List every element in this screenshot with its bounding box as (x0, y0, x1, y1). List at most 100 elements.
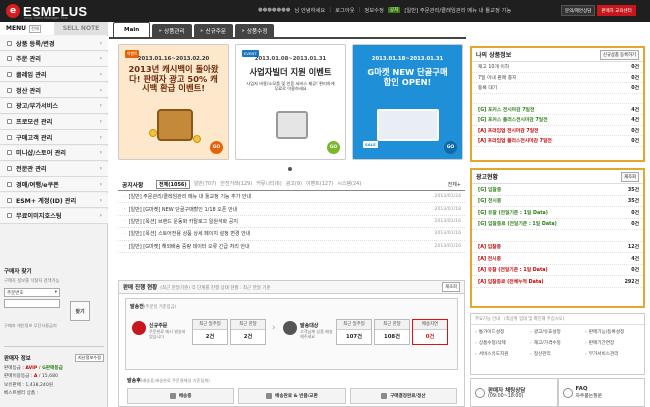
ad-refresh-button[interactable]: 재조회 (621, 171, 639, 182)
ship-target-month[interactable]: 최근 한달 108건 (374, 319, 410, 345)
myinfo-row-label: [A] 프라임업 플러스전시마감 7일전 (478, 139, 552, 145)
register-product-button[interactable]: 신규상품 등록하기 (600, 49, 639, 60)
tab-new-order[interactable]: ▸ 신규주문 (193, 24, 234, 37)
search-type-select[interactable]: 주문번호 ▾ (4, 288, 60, 297)
notice-tab[interactable]: 전체(1056) (156, 180, 190, 189)
notice-tab[interactable]: 이벤트(127) (306, 180, 333, 189)
search-input[interactable] (4, 299, 60, 308)
guide-link[interactable]: 통가이드설정 (475, 327, 530, 337)
sidebar-item-ad-service[interactable]: 광고/부가서비스 › (0, 98, 108, 114)
notice-tab[interactable]: 일반(707) (194, 180, 217, 189)
tab-product-manage[interactable]: ▸ 상품관리 (152, 24, 192, 37)
menu-icon (7, 213, 12, 219)
sidebar-item-order-manage[interactable]: 주문 관리 › (0, 51, 108, 67)
seller-education-button[interactable]: 판매자 교육센터 (597, 5, 636, 16)
guide-link[interactable]: 정산관리 (530, 349, 585, 359)
myinfo-row[interactable]: [G] 포커스 전시마감 7일전 4건 (472, 104, 643, 115)
top-notice-link[interactable]: [일반] 주문관리/클레임관리 메뉴 내 툴교정 기능 (404, 6, 511, 14)
logout-link[interactable]: 로그아웃 (335, 6, 355, 14)
adstat-row[interactable]: [A] 입찰중 12건 (472, 242, 643, 253)
new-order-month[interactable]: 최근 한달 2건 (230, 319, 266, 345)
chevron-right-icon: › (99, 165, 102, 173)
guide-link[interactable]: 재고/가격수정 (530, 338, 585, 348)
sidebar-item-product-register[interactable]: 상품 등록/변경 › (0, 36, 108, 51)
adstat-row-label: [A] 전시중 (478, 256, 502, 262)
adstat-row[interactable]: [A] 유찰 (전일기준 : 1일 Data) 0건 (472, 265, 643, 276)
myinfo-row-value: 0건 (631, 128, 639, 134)
notice-row[interactable]: [일반] 주문관리/클레임관리 메뉴 내 툴교정 기능 추가 안내 2013/01… (118, 191, 465, 204)
stage-delivered-return[interactable]: 배송완료 & 반품/교환 (238, 388, 346, 404)
notice-row-title: [일반] [옥션] 브랜드 운동화 카탈로그 일원석화 공지 (128, 218, 238, 225)
search-button[interactable]: 찾기 (70, 301, 90, 321)
myinfo-row[interactable]: 재고 10개 이하 0건 (472, 62, 643, 73)
new-order-week[interactable]: 최근 일주일 2건 (192, 319, 228, 345)
adstat-row[interactable]: [G] 입찰종료 (전일기준 : 1일 Data) 0건 (472, 219, 643, 230)
myinfo-row[interactable]: [G] 포커스 플러스전시마감 7일전 4건 (472, 115, 643, 126)
adstat-row[interactable]: [A] 입찰종료 (전체누적 Data) 292건 (472, 276, 643, 288)
tab-sell-note[interactable]: SELL NOTE (54, 22, 108, 35)
myinfo-row-label: [G] 포커스 전시마감 7일전 (478, 107, 535, 113)
adstat-row[interactable]: [G] 입찰중 35건 (472, 184, 643, 196)
menu-icon (7, 40, 12, 46)
help-button[interactable]: 문의/제안상담 (561, 5, 596, 16)
coin-icon (149, 129, 157, 137)
banner-gmarket-new[interactable]: 2013.01.18~2013.01.31 G마켓 NEW 단골구매합인 OPE… (352, 44, 463, 160)
stage-shipping[interactable]: 배송중 (127, 388, 235, 404)
banner-go-button[interactable]: GO (210, 141, 223, 154)
sidebar-item-promotion-manage[interactable]: 프로모션 관리 › (0, 114, 108, 130)
guide-link[interactable]: 상품수정/삭제 (475, 338, 530, 348)
sidebar-item-customer-manage[interactable]: 구매고객 관리 › (0, 130, 108, 146)
adstat-row[interactable]: [A] 전시중 4건 (472, 253, 643, 265)
tab-product-edit[interactable]: ▸ 상품수정 (235, 24, 275, 37)
notice-tab[interactable]: 커뮤니티(6) (256, 180, 281, 189)
faq-link[interactable]: FAQ 자주묻는질문 (557, 378, 645, 407)
banner-business-builder[interactable]: EVENT 2013.01.08~2013.01.31 사업자빌더 지원 이벤트… (235, 44, 346, 160)
chevron-right-icon: › (99, 102, 102, 110)
sidebar-item-ministore-manage[interactable]: 미니샵/스토어 관리 › (0, 145, 108, 161)
myinfo-row[interactable]: 등록 대기 0건 (472, 83, 643, 94)
adstat-row-value: 0건 (631, 210, 639, 216)
ship-delay[interactable]: 배송지연 0건 (412, 319, 448, 345)
notice-row[interactable]: [일반] [G마켓] NEW 단골구매할인 1/18 오픈 안내 2013/01/… (118, 203, 465, 216)
notice-tab[interactable]: 시스템(24) (337, 180, 361, 189)
sidebar-item-auction-travel-coupon[interactable]: 경매/여행/e쿠폰 › (0, 177, 108, 193)
notice-tab[interactable]: 광고(9) (286, 180, 302, 189)
banner-cashback[interactable]: 이벤트 2013.01.16~2013.02.20 2013년 캐시백이 돌아왔… (118, 44, 229, 160)
sidebar-item-settlement-manage[interactable]: 정산 관리 › (0, 83, 108, 99)
notice-row[interactable]: [일반] [옥션] 스토어전용 상품 상세 페이지 설정 변경 안내 2013/0… (118, 228, 465, 241)
sales-refresh-button[interactable]: 재조회 (442, 282, 460, 292)
banner-go-button[interactable]: GO (444, 141, 457, 154)
notice-row-date: 2013/01/24 (434, 194, 461, 200)
adstat-row[interactable]: [G] 유찰 (전일기준 : 1일 Data) 0건 (472, 207, 643, 219)
tab-main[interactable]: Main (113, 22, 151, 37)
banner-go-button[interactable]: GO (327, 141, 340, 154)
guide-link[interactable]: 판매기간연장 (585, 338, 640, 348)
ship-target-icon (283, 321, 297, 335)
notice-more-link[interactable]: 전체+ (448, 181, 461, 188)
menu-all-pill[interactable]: 전체 (28, 24, 41, 33)
stage-purchase-settlement[interactable]: 구매결정완료/정산 (349, 388, 457, 404)
chat-support-link[interactable]: 판매자 채팅상담 (09:00~18:00) (470, 378, 558, 407)
guide-link[interactable]: 판매기능/등록설정 (585, 327, 640, 337)
ship-target-week[interactable]: 최근 일주일 107건 (336, 319, 372, 345)
myinfo-row[interactable]: 7일 이내 판매 종지 0건 (472, 73, 643, 84)
sidebar-item-free-image-hosting[interactable]: 무료이미지호스팅 › (0, 208, 108, 224)
notice-tab[interactable]: 안전거래(129) (220, 180, 252, 189)
notice-row[interactable]: [일반] [옥션] 브랜드 운동화 카탈로그 일원석화 공지 2013/01/16 (118, 216, 465, 229)
guide-link[interactable]: 부가서비스관리 (585, 349, 640, 359)
guide-link[interactable]: 서비스유도지원 (475, 349, 530, 359)
sidebar-item-claim-manage[interactable]: 클레임 관리 › (0, 67, 108, 83)
mypage-link[interactable]: 정보수정 (364, 6, 384, 14)
myinfo-row[interactable]: [A] 프라임업 전시마감 7일전 0건 (472, 126, 643, 137)
tab-menu[interactable]: MENU 전체 (0, 22, 54, 35)
notice-header: 공지사항 전체(1056) 일반(707) 안전거래(129) 커뮤니티(6) 광고(9… (118, 179, 465, 191)
pagination-dot[interactable] (288, 167, 292, 171)
myinfo-row[interactable]: [A] 프라임업 플러스전시마감 7일전 0건 (472, 136, 643, 147)
sidebar-item-esm-account-manage[interactable]: ESM+ 계정(ID) 관리 › (0, 193, 108, 208)
notice-row[interactable]: [일반] [G마켓] 해외배송 중량 데이터 오류 긴급 처리 안내 2013/0… (118, 241, 465, 253)
logo[interactable]: e ESMPLUS ebay Sales Manager Plus (6, 3, 87, 20)
adstat-row[interactable]: [G] 전시중 35건 (472, 196, 643, 207)
guide-link[interactable]: 광고/유효설정 (530, 327, 585, 337)
seller-info-edit-button[interactable]: 지난정보수정 (74, 354, 104, 362)
sidebar-item-specialty-manage[interactable]: 전문관 관리 › (0, 161, 108, 177)
